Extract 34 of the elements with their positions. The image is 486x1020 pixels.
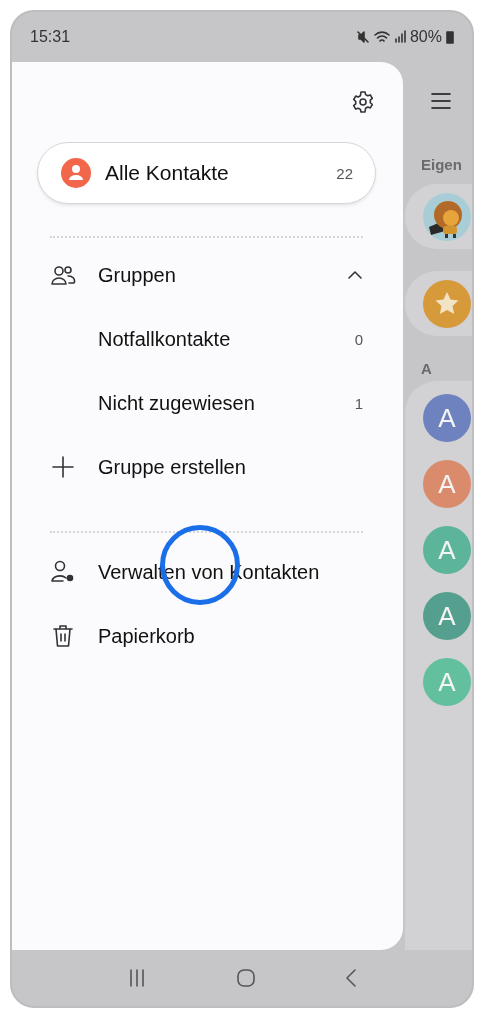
menu-item[interactable]: Papierkorb <box>12 604 403 668</box>
wifi-icon <box>373 30 390 44</box>
group-count: 1 <box>354 394 363 412</box>
group-item[interactable]: Nicht zugewiesen 1 <box>12 371 403 435</box>
menu-icon[interactable] <box>431 92 451 110</box>
menu-label: Notfallkontakte <box>98 327 232 351</box>
settings-icon[interactable] <box>351 90 375 114</box>
battery-level: 80% <box>409 28 442 46</box>
groups-row[interactable]: Gruppen <box>12 243 403 307</box>
menu-label: Gruppen <box>98 263 177 287</box>
trash-icon <box>50 623 76 649</box>
profile-card[interactable] <box>405 184 472 249</box>
people-icon <box>50 264 76 286</box>
menu-label: Nicht zugewiesen <box>98 391 256 415</box>
plus-icon <box>50 454 76 480</box>
menu-label: Gruppe erstellen <box>98 455 247 479</box>
menu-label: Alle Kontakte <box>105 161 230 185</box>
menu-item[interactable]: Gruppe erstellen <box>12 435 403 499</box>
mute-icon <box>355 30 370 44</box>
contact-count: 22 <box>336 164 353 182</box>
section-label: Eigen <box>421 156 463 173</box>
chevron-up-icon[interactable] <box>347 270 363 280</box>
signal-icon <box>393 30 406 44</box>
all-contacts-button[interactable]: Alle Kontakte 22 <box>37 142 376 204</box>
back-icon[interactable] <box>345 968 358 988</box>
status-time: 15:31 <box>30 28 71 46</box>
group-count: 0 <box>354 330 363 348</box>
person-icon <box>61 158 91 188</box>
home-icon[interactable] <box>236 968 256 988</box>
person-gear-icon <box>50 559 76 585</box>
battery-icon <box>446 30 454 44</box>
menu-label: Papierkorb <box>98 624 196 648</box>
group-item[interactable]: Notfallkontakte 0 <box>12 307 403 371</box>
index-letter: A <box>421 360 433 377</box>
